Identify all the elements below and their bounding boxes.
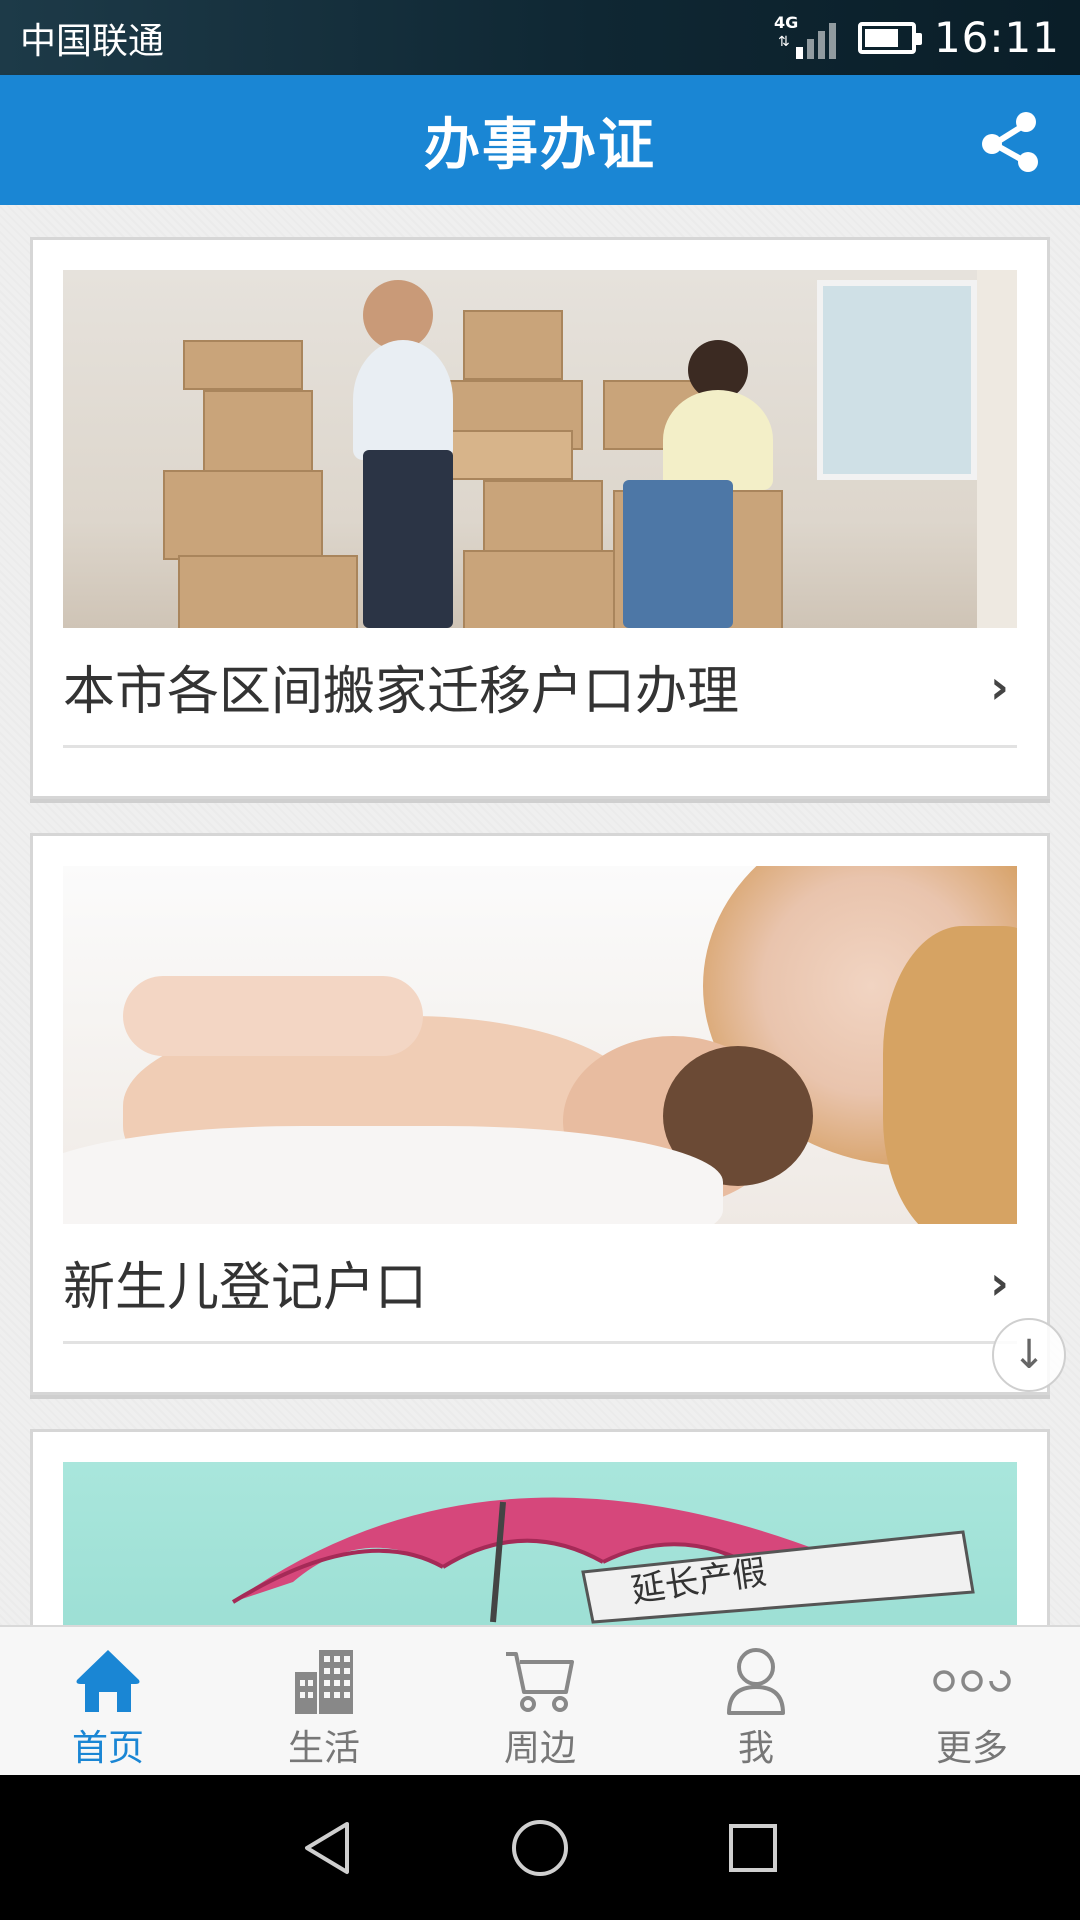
service-card-newborn[interactable]: 新生儿登记户口 › <box>30 833 1050 1395</box>
status-indicators: 4G ⇅ 16:11 <box>774 13 1060 62</box>
chevron-right-icon: › <box>990 659 1009 714</box>
nav-item-life[interactable]: 生活 <box>216 1627 432 1775</box>
nav-item-home[interactable]: 首页 <box>0 1627 216 1775</box>
hair-decor <box>883 926 1017 1224</box>
battery-icon <box>857 21 922 54</box>
nav-label: 我 <box>737 1728 774 1769</box>
network-type-label: 4G <box>773 12 799 32</box>
box-decor <box>443 430 573 480</box>
arrow-down-icon: ↓ <box>1012 1332 1046 1378</box>
network-signal-icon: 4G ⇅ <box>773 12 840 61</box>
card-image-newborn <box>63 866 1017 1224</box>
service-card-maternity[interactable]: 延长产假 <box>30 1429 1050 1625</box>
nav-item-me[interactable]: 我 <box>648 1627 864 1775</box>
box-decor <box>178 555 358 628</box>
content-list[interactable]: 本市各区间搬家迁移户口办理 › 新生儿登记户口 › 延长产假 <box>0 205 1080 1625</box>
card-image-moving <box>63 270 1017 628</box>
carrier-label: 中国联通 <box>20 20 165 62</box>
building-icon <box>284 1645 364 1717</box>
box-decor <box>203 390 313 480</box>
card-image-maternity: 延长产假 <box>63 1462 1017 1625</box>
nav-label: 更多 <box>935 1728 1008 1769</box>
umbrella-icon: 延长产假 <box>231 1497 975 1624</box>
box-decor <box>463 310 563 380</box>
hand-decor <box>123 976 423 1056</box>
status-bar: 中国联通 4G ⇅ 16:11 <box>0 0 1080 75</box>
window-decor <box>817 280 977 480</box>
home-icon <box>68 1645 148 1717</box>
nav-label: 首页 <box>71 1728 144 1769</box>
page-title: 办事办证 <box>424 112 656 178</box>
box-decor <box>183 340 303 390</box>
cart-icon <box>500 1645 580 1717</box>
blanket-decor <box>63 1126 723 1224</box>
signal-bars-icon <box>795 22 836 59</box>
chevron-right-icon: › <box>990 1255 1009 1310</box>
home-system-button[interactable] <box>505 1813 575 1883</box>
man-legs <box>363 450 453 628</box>
square-recents-icon <box>729 1823 778 1872</box>
share-icon <box>982 112 1038 172</box>
box-decor <box>483 480 603 560</box>
nav-item-nearby[interactable]: 周边 <box>432 1627 648 1775</box>
woman-legs <box>623 480 733 628</box>
service-card-moving[interactable]: 本市各区间搬家迁移户口办理 › <box>30 237 1050 799</box>
nav-label: 周边 <box>503 1728 576 1769</box>
box-decor <box>163 470 323 560</box>
more-icon <box>932 1645 1012 1717</box>
nav-item-more[interactable]: 更多 <box>864 1627 1080 1775</box>
back-button[interactable] <box>292 1813 362 1883</box>
nav-label: 生活 <box>287 1728 360 1769</box>
screen: 中国联通 4G ⇅ 16:11 办事办证 本市各区间搬家迁移户口办理 › 新生儿… <box>0 0 1080 1920</box>
woman-body <box>663 390 773 490</box>
scroll-down-button[interactable]: ↓ <box>992 1318 1066 1392</box>
curtain-decor <box>977 270 1017 628</box>
back-icon <box>304 1821 349 1874</box>
card-title: 新生儿登记户口 <box>63 1258 428 1318</box>
card-title-row[interactable]: 本市各区间搬家迁移户口办理 › <box>63 628 1017 748</box>
clock: 16:11 <box>933 13 1060 62</box>
circle-home-icon <box>511 1819 568 1876</box>
app-header: 办事办证 <box>0 75 1080 205</box>
data-arrows-icon: ⇅ <box>777 33 790 50</box>
recents-button[interactable] <box>718 1813 788 1883</box>
person-icon <box>716 1645 796 1717</box>
share-button[interactable] <box>978 110 1042 174</box>
card-title-row[interactable]: 新生儿登记户口 › <box>63 1224 1017 1344</box>
system-nav-bar <box>0 1775 1080 1920</box>
box-decor <box>463 550 623 628</box>
card-title: 本市各区间搬家迁移户口办理 <box>63 662 740 722</box>
bottom-nav: 首页 生活 周边 我 更多 <box>0 1625 1080 1775</box>
man-body <box>353 340 453 460</box>
